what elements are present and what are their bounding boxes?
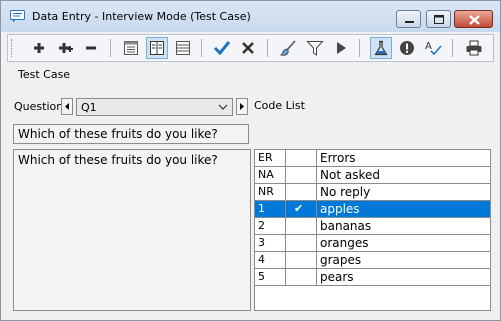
toolbar-separator: [267, 39, 268, 57]
plus-cross-icon: [59, 43, 73, 53]
minimize-icon: [405, 21, 414, 23]
label-cell: No reply: [320, 185, 371, 199]
layout-1-button[interactable]: [120, 37, 142, 59]
layout-2-button[interactable]: [146, 37, 168, 59]
table-row[interactable]: 4 grapes: [255, 252, 490, 269]
code-cell: 3: [258, 236, 265, 249]
filter-icon: [306, 41, 324, 56]
table-row[interactable]: 5 pears: [255, 269, 490, 286]
x-icon: [242, 42, 254, 54]
toolbar: A: [7, 34, 494, 62]
layout-rows-icon: [124, 41, 138, 55]
spell-button[interactable]: A: [422, 37, 444, 59]
check-cell: ✔: [294, 202, 304, 215]
code-cell: 1: [258, 202, 265, 215]
table-row[interactable]: 3 oranges: [255, 235, 490, 252]
brush-icon: [279, 40, 296, 56]
toolbar-separator: [201, 39, 202, 57]
label-cell: apples: [320, 202, 360, 216]
maximize-icon: [434, 15, 444, 24]
triangle-left-icon: [65, 103, 69, 110]
table-row[interactable]: 2 bananas: [255, 218, 490, 235]
alert-button[interactable]: [396, 37, 418, 59]
label-cell: pears: [320, 270, 354, 284]
question-label: Question: [14, 100, 64, 113]
code-cell: NA: [258, 168, 274, 181]
chevron-down-icon: [218, 104, 228, 110]
triangle-right-icon: [240, 103, 244, 110]
label-cell: oranges: [320, 236, 369, 250]
delete-button[interactable]: [80, 37, 102, 59]
plus-icon: [34, 43, 44, 53]
toolbar-separator: [452, 39, 453, 57]
title-bar[interactable]: Data Entry - Interview Mode (Test Case): [1, 1, 500, 32]
close-icon: [469, 15, 480, 25]
flask-icon: [374, 40, 388, 56]
code-list-label: Code List: [254, 99, 305, 112]
accept-button[interactable]: [211, 37, 233, 59]
exclamation-icon: [400, 41, 414, 55]
label-cell: Not asked: [320, 168, 380, 182]
close-button[interactable]: [454, 10, 493, 28]
layout-columns-icon: [150, 41, 164, 55]
table-row[interactable]: NA Not asked: [255, 167, 490, 184]
printer-icon: [466, 40, 482, 56]
code-cell: NR: [258, 185, 274, 198]
maximize-button[interactable]: [426, 10, 451, 28]
add-button[interactable]: [28, 37, 50, 59]
table-row[interactable]: ER Errors: [255, 150, 490, 167]
layout-list-icon: [176, 41, 190, 55]
label-cell: Errors: [320, 151, 356, 165]
run-button[interactable]: [330, 37, 352, 59]
question-text-short: Which of these fruits do you like?: [18, 127, 218, 141]
test-button[interactable]: [370, 37, 392, 59]
brush-button[interactable]: [278, 37, 300, 59]
question-text-full: Which of these fruits do you like?: [18, 153, 218, 167]
layout-3-button[interactable]: [172, 37, 194, 59]
minimize-button[interactable]: [396, 10, 421, 28]
case-label: Test Case: [18, 68, 71, 81]
speech-bubble-icon: [10, 10, 25, 23]
check-icon: [213, 41, 231, 56]
code-cell: 5: [258, 270, 265, 283]
window-title: Data Entry - Interview Mode (Test Case): [32, 10, 251, 23]
filter-button[interactable]: [304, 37, 326, 59]
add-multiple-button[interactable]: [54, 37, 76, 59]
question-text-area[interactable]: Which of these fruits do you like?: [13, 149, 251, 311]
question-select[interactable]: Q1: [76, 98, 233, 116]
code-list-table[interactable]: ER Errors NA Not asked NR No reply 1 ✔ a…: [254, 149, 491, 311]
previous-question-button[interactable]: [61, 98, 73, 115]
code-cell: 2: [258, 219, 265, 232]
cancel-button[interactable]: [237, 37, 259, 59]
label-cell: bananas: [320, 219, 372, 233]
table-row[interactable]: NR No reply: [255, 184, 490, 201]
code-cell: ER: [258, 151, 273, 164]
spellcheck-icon: A: [425, 41, 442, 56]
next-question-button[interactable]: [236, 98, 248, 115]
play-icon: [337, 42, 346, 54]
label-cell: grapes: [320, 253, 362, 267]
question-select-value: Q1: [81, 101, 97, 114]
print-button[interactable]: [463, 37, 485, 59]
svg-text:A: A: [425, 41, 432, 52]
code-cell: 4: [258, 253, 265, 266]
question-text-field[interactable]: Which of these fruits do you like?: [13, 124, 249, 144]
app-window: Data Entry - Interview Mode (Test Case): [0, 0, 501, 321]
toolbar-separator: [110, 39, 111, 57]
minus-icon: [86, 46, 96, 50]
toolbar-separator: [359, 39, 360, 57]
table-row-selected[interactable]: 1 ✔ apples: [255, 201, 490, 218]
toolbar-grip[interactable]: [11, 39, 14, 57]
